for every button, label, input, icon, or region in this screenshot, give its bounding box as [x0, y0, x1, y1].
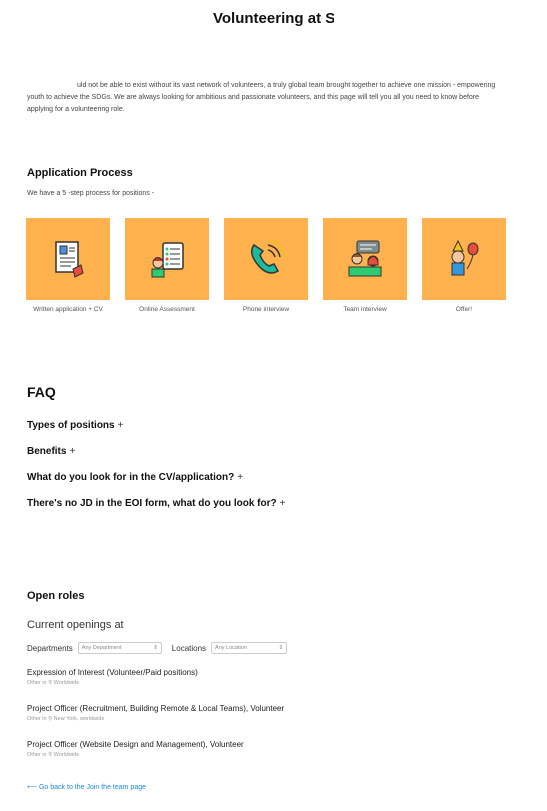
faq-item-benefits[interactable]: Benefits + [27, 446, 75, 457]
faq-item-cv-application[interactable]: What do you look for in the CV/applicati… [27, 472, 243, 483]
locations-value: Any Location [215, 645, 247, 651]
location-pin-icon: ⚲ [48, 716, 53, 722]
select-arrows-icon: ⇕ [278, 645, 284, 651]
role-meta: Other in ⚲ Worldwide [27, 752, 244, 758]
faq-question: Types of positions [27, 420, 115, 431]
expand-icon[interactable]: + [237, 472, 243, 483]
role-item[interactable]: Project Officer (Website Design and Mana… [27, 740, 244, 758]
role-meta: Other in ⚲ New York, worldwide [27, 716, 284, 722]
celebration-icon [451, 239, 479, 276]
expand-icon[interactable]: + [280, 498, 286, 509]
step-label: Online Assessment [139, 306, 195, 313]
page-title: Volunteering at S [213, 10, 334, 27]
locations-label: Locations [171, 643, 207, 653]
role-title[interactable]: Project Officer (Recruitment, Building R… [27, 704, 284, 713]
step-tile [323, 218, 407, 300]
faq-heading: FAQ [27, 384, 56, 400]
application-steps: Written application + CV Online Assessme… [26, 218, 506, 313]
faq-question: What do you look for in the CV/applicati… [27, 472, 235, 483]
current-openings-title: Current openings at [27, 619, 124, 631]
locations-select[interactable]: Any Location ⇕ [211, 642, 288, 654]
intro-text: uld not be able to exist without its vas… [27, 82, 496, 113]
faq-item-types-of-positions[interactable]: Types of positions + [27, 420, 123, 431]
step-phone-interview: Phone interview [224, 218, 308, 313]
location-pin-icon: ⚲ [48, 752, 53, 758]
title-wrap: Volunteering at S [0, 10, 547, 32]
step-tile [422, 218, 506, 300]
online-assessment-icon [151, 242, 184, 278]
faq-item-no-jd[interactable]: There's no JD in the EOI form, what do y… [27, 498, 285, 509]
role-location: Worldwide [53, 752, 80, 758]
expand-icon[interactable]: + [69, 446, 75, 457]
application-heading: Application Process [27, 167, 133, 179]
step-label: Offer! [455, 306, 473, 313]
location-pin-icon: ⚲ [48, 680, 53, 686]
phone-icon [251, 240, 286, 274]
step-online-assessment: Online Assessment [125, 218, 209, 313]
step-tile [125, 218, 209, 300]
step-written-application: Written application + CV [26, 218, 110, 313]
role-title[interactable]: Expression of Interest (Volunteer/Paid p… [27, 668, 198, 677]
team-interview-icon [348, 240, 382, 277]
intro-paragraph: uld not be able to exist without its vas… [27, 80, 507, 116]
role-item[interactable]: Expression of Interest (Volunteer/Paid p… [27, 668, 198, 686]
step-tile [224, 218, 308, 300]
step-offer: Offer! [422, 218, 506, 313]
select-arrows-icon: ⇕ [153, 645, 158, 651]
role-dept: Other in [27, 716, 47, 722]
role-title[interactable]: Project Officer (Website Design and Mana… [27, 740, 244, 749]
role-dept: Other in [27, 752, 47, 758]
role-filters: Departments Any Department ⇕ Locations A… [27, 642, 288, 654]
role-location: Worldwide [53, 680, 80, 686]
step-label: Phone interview [242, 306, 290, 313]
role-location: New York, worldwide [53, 716, 105, 722]
departments-select[interactable]: Any Department ⇕ [77, 642, 162, 654]
expand-icon[interactable]: + [118, 420, 124, 431]
departments-label: Departments [27, 643, 73, 653]
departments-value: Any Department [81, 645, 122, 651]
role-dept: Other in [27, 680, 47, 686]
application-subtext: We have a 5 -step process for positions … [27, 190, 155, 197]
faq-question: Benefits [27, 446, 67, 457]
step-team-interview: Team interview [323, 218, 407, 313]
written-application-icon [55, 241, 84, 278]
step-label: Written application + CV [33, 306, 103, 313]
step-label: Team interview [343, 306, 387, 313]
faq-question: There's no JD in the EOI form, what do y… [27, 498, 277, 509]
back-to-join-team-link[interactable]: ⟵ Go back to the Join the team page [27, 783, 146, 791]
step-tile [26, 218, 110, 300]
open-roles-heading: Open roles [27, 590, 85, 602]
role-item[interactable]: Project Officer (Recruitment, Building R… [27, 704, 284, 722]
role-meta: Other in ⚲ Worldwide [27, 680, 198, 686]
